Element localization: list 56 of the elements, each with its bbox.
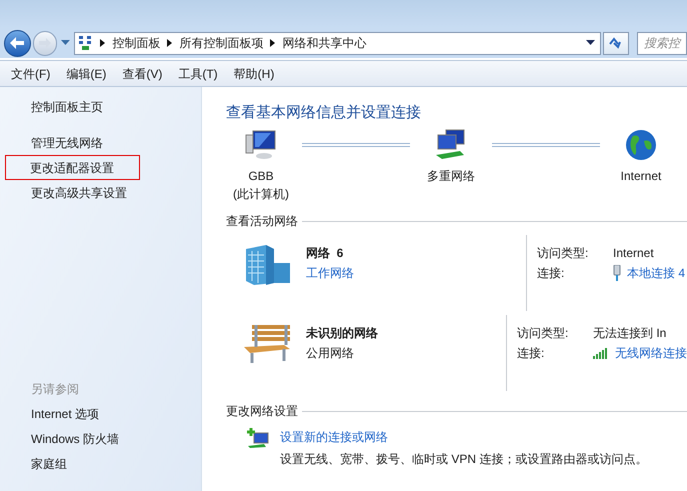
menu-item[interactable]: 查看(V) [114,64,170,82]
new-connection-icon [246,427,270,449]
section-heading: 更改网络设置 [226,403,298,420]
forward-arrow-icon [39,38,52,48]
address-bar[interactable]: 控制面板 所有控制面板项 网络和共享中心 [74,32,602,54]
field-label: 访问类型: [537,245,590,262]
sidebar-link[interactable]: 家庭组 [6,452,201,477]
sidebar-link[interactable]: 管理无线网络 [6,130,141,155]
search-field[interactable]: 搜索控 [637,32,687,54]
menu-item[interactable]: 帮助(H) [226,64,282,82]
dropdown-caret-icon[interactable] [586,40,596,46]
page-title: 查看基本网络信息并设置连接 [226,103,422,123]
task-link[interactable]: 设置新的连接或网络 [280,427,648,447]
sidebar-link[interactable]: Internet 选项 [6,402,201,427]
connection-link[interactable]: 本地连接 4 [627,264,686,282]
breadcrumb-arrow-icon [270,39,276,47]
node-label: (此计算机) [233,186,289,203]
breadcrumb-link[interactable]: 控制面板 [112,34,160,52]
park-bench-icon [244,323,292,365]
breadcrumb-link[interactable]: 网络和共享中心 [282,34,366,52]
sidebar-link[interactable]: 更改适配器设置 [5,155,140,180]
field-label: 连接: [517,345,546,362]
breadcrumb-arrow-icon [100,39,106,47]
back-arrow-icon [10,37,24,49]
network-name: 网络 6 [306,245,344,262]
ethernet-plug-icon [613,265,621,281]
refresh-arrows-icon [609,37,624,49]
network-name: 未识别的网络 [306,325,378,342]
access-type-value: 无法连接到 In [593,325,668,342]
breadcrumb-arrow-icon [167,39,172,47]
sidebar-link[interactable]: Windows 防火墙 [6,427,201,452]
back-button[interactable] [4,30,31,56]
field-label: 访问类型: [517,325,570,342]
node-label: Internet [620,168,662,185]
section-heading: 查看活动网络 [226,213,298,230]
network-type-link[interactable]: 工作网络 [306,263,354,283]
section-heading: 另请参阅 [30,381,80,398]
network-type: 公用网络 [306,345,355,362]
task-description: 设置无线、宽带、拨号、临时或 VPN 连接；或设置路由器或访问点。 [280,451,648,468]
sidebar-link[interactable]: 控制面板主页 [6,94,141,119]
menu-item[interactable]: 文件(F) [3,64,58,82]
refresh-button[interactable] [603,32,629,54]
access-type-value: Internet [613,245,655,262]
menu-item[interactable]: 编辑(E) [58,64,114,82]
computer-icon [245,129,277,161]
node-label: 多重网络 [427,168,475,185]
control-panel-icon [78,35,94,51]
node-label: GBB [248,168,274,185]
breadcrumb-link[interactable]: 所有控制面板项 [179,34,264,52]
field-label: 连接: [537,265,566,282]
menu-item[interactable]: 工具(T) [170,64,226,82]
sidebar-link[interactable]: 更改高级共享设置 [6,180,141,205]
office-building-icon [244,243,292,285]
connection-link[interactable]: 无线网络连接 [615,344,687,362]
globe-icon [625,129,657,161]
signal-bars-icon [593,347,609,359]
